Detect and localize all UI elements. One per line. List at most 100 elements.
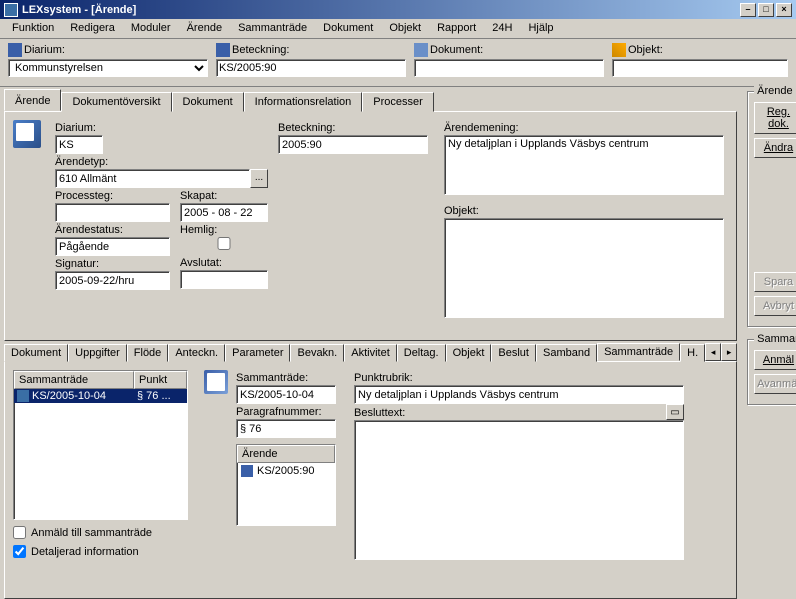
besluttext-label: Besluttext: — [354, 407, 405, 419]
lower-tabstrip: Dokument Uppgifter Flöde Anteckn. Parame… — [4, 343, 737, 361]
anmald-label: Anmäld till sammanträde — [31, 527, 152, 539]
arendemening-label: Ärendemening: — [444, 122, 724, 134]
menu-objekt[interactable]: Objekt — [381, 20, 429, 37]
sammantrade-listbox[interactable]: Sammanträde Punkt KS/2005-10-04 § 76 ... — [13, 370, 188, 520]
app-icon — [4, 3, 18, 17]
spara-button: Spara — [754, 272, 796, 292]
menu-funktion[interactable]: Funktion — [4, 20, 62, 37]
signatur-input[interactable] — [55, 271, 170, 290]
avanmal-button: Avanmäl — [754, 374, 796, 394]
tab-lower-anteckn[interactable]: Anteckn. — [168, 344, 225, 362]
paragraf-input[interactable] — [236, 419, 336, 438]
tab-lower-aktivitet[interactable]: Aktivitet — [344, 344, 397, 362]
right-panel: Ärende Reg. dok. Ändra Spara Avbryt Samm… — [741, 87, 796, 595]
arende-box: Ärende KS/2005:90 — [236, 444, 336, 526]
gear-icon — [612, 43, 626, 57]
arende-box-item[interactable]: KS/2005:90 — [237, 463, 335, 479]
search-beteckning-label: Beteckning: — [232, 44, 289, 56]
upper-tab-content: Diarium: Ärendetyp: ... Processteg: Ären… — [4, 111, 737, 341]
arendemening-textarea[interactable] — [444, 135, 724, 195]
lower-tab-content: Sammanträde Punkt KS/2005-10-04 § 76 ...… — [4, 361, 737, 599]
tab-lower-sammantrade[interactable]: Sammanträde — [597, 343, 680, 361]
arende-box-title: Ärende — [237, 445, 335, 463]
tab-informationsrelation[interactable]: Informationsrelation — [244, 92, 363, 112]
menu-arende[interactable]: Ärende — [179, 20, 230, 37]
upper-tabstrip: Ärende Dokumentöversikt Dokument Informa… — [4, 89, 737, 111]
menu-redigera[interactable]: Redigera — [62, 20, 123, 37]
processteg-label: Processteg: — [55, 190, 170, 202]
anmald-checkbox[interactable] — [13, 526, 26, 539]
sammantrade-button-group: Sammanträde Anmäl Avanmäl — [747, 339, 796, 405]
menu-sammantrade[interactable]: Sammanträde — [230, 20, 315, 37]
menu-moduler[interactable]: Moduler — [123, 20, 179, 37]
paragraf-label: Paragrafnummer: — [236, 406, 336, 418]
close-button[interactable]: × — [776, 3, 792, 17]
list-row[interactable]: KS/2005-10-04 § 76 ... — [14, 389, 187, 403]
search-diarium-select[interactable]: Kommunstyrelsen — [8, 59, 208, 77]
menu-rapport[interactable]: Rapport — [429, 20, 484, 37]
tab-lower-beslut[interactable]: Beslut — [491, 344, 536, 362]
book-icon — [216, 43, 230, 57]
row-sammantrade: KS/2005-10-04 — [32, 390, 106, 402]
maximize-button[interactable]: □ — [758, 3, 774, 17]
punktrubrik-label: Punktrubrik: — [354, 372, 728, 384]
row-punkt: § 76 ... — [134, 389, 187, 403]
arende-button-group: Ärende Reg. dok. Ändra Spara Avbryt — [747, 91, 796, 327]
tab-lower-objekt[interactable]: Objekt — [446, 344, 492, 362]
tab-lower-parameter[interactable]: Parameter — [225, 344, 290, 362]
diarium-input[interactable] — [55, 135, 103, 154]
search-objekt-input[interactable] — [612, 59, 788, 77]
arendestatus-label: Ärendestatus: — [55, 224, 170, 236]
besluttext-textarea[interactable] — [354, 420, 684, 560]
sammantrade-icon — [204, 370, 228, 394]
menu-hjalp[interactable]: Hjälp — [520, 20, 561, 37]
book-icon — [241, 465, 253, 477]
detaljerad-checkbox[interactable] — [13, 545, 26, 558]
tab-lower-h[interactable]: H. — [680, 344, 705, 362]
tab-scroll-right[interactable]: ▸ — [721, 343, 737, 361]
detaljerad-label: Detaljerad information — [31, 546, 139, 558]
objekt-textarea[interactable] — [444, 218, 724, 318]
avbryt-button: Avbryt — [754, 296, 796, 316]
arende-icon — [13, 120, 41, 148]
search-bar: Diarium: Kommunstyrelsen Beteckning: Dok… — [0, 39, 796, 87]
tab-arende[interactable]: Ärende — [4, 89, 61, 111]
beteckning-input[interactable] — [278, 135, 428, 154]
anmal-button[interactable]: Anmäl — [754, 350, 796, 370]
punktrubrik-input[interactable] — [354, 385, 684, 404]
list-col-sammantrade[interactable]: Sammanträde — [14, 371, 134, 389]
list-col-punkt[interactable]: Punkt — [134, 371, 187, 389]
objekt-label: Objekt: — [444, 205, 724, 217]
arendestatus-input[interactable] — [55, 237, 170, 256]
search-dokument-label: Dokument: — [430, 44, 483, 56]
tab-dokument[interactable]: Dokument — [172, 92, 244, 112]
search-dokument-input[interactable] — [414, 59, 604, 77]
menu-dokument[interactable]: Dokument — [315, 20, 381, 37]
tab-scroll-left[interactable]: ◂ — [705, 343, 721, 361]
tab-processer[interactable]: Processer — [362, 92, 434, 112]
search-diarium-label: Diarium: — [24, 44, 65, 56]
window-title: LEXsystem - [Ärende] — [22, 4, 740, 16]
window-titlebar: LEXsystem - [Ärende] – □ × — [0, 0, 796, 19]
tab-lower-samband[interactable]: Samband — [536, 344, 597, 362]
tab-dokumentoversikt[interactable]: Dokumentöversikt — [61, 92, 171, 112]
signatur-label: Signatur: — [55, 258, 170, 270]
besluttext-expand-button[interactable]: ▭ — [666, 404, 684, 420]
tab-lower-uppgifter[interactable]: Uppgifter — [68, 344, 127, 362]
menu-24h[interactable]: 24H — [484, 20, 520, 37]
arende-group-title: Ärende — [754, 85, 795, 97]
tab-lower-bevakn[interactable]: Bevakn. — [290, 344, 344, 362]
tab-lower-flode[interactable]: Flöde — [127, 344, 169, 362]
arende-box-item-text: KS/2005:90 — [257, 465, 315, 477]
processteg-input[interactable] — [55, 203, 170, 222]
sammantrade-group-title: Sammanträde — [754, 333, 796, 345]
andra-button[interactable]: Ändra — [754, 138, 796, 158]
search-objekt-label: Objekt: — [628, 44, 663, 56]
sammantrade-label: Sammanträde: — [236, 372, 336, 384]
search-beteckning-input[interactable] — [216, 59, 406, 77]
tab-lower-deltag[interactable]: Deltag. — [397, 344, 446, 362]
tab-lower-dokument[interactable]: Dokument — [4, 344, 68, 362]
regdok-button[interactable]: Reg. dok. — [754, 102, 796, 134]
sammantrade-input[interactable] — [236, 385, 336, 404]
minimize-button[interactable]: – — [740, 3, 756, 17]
